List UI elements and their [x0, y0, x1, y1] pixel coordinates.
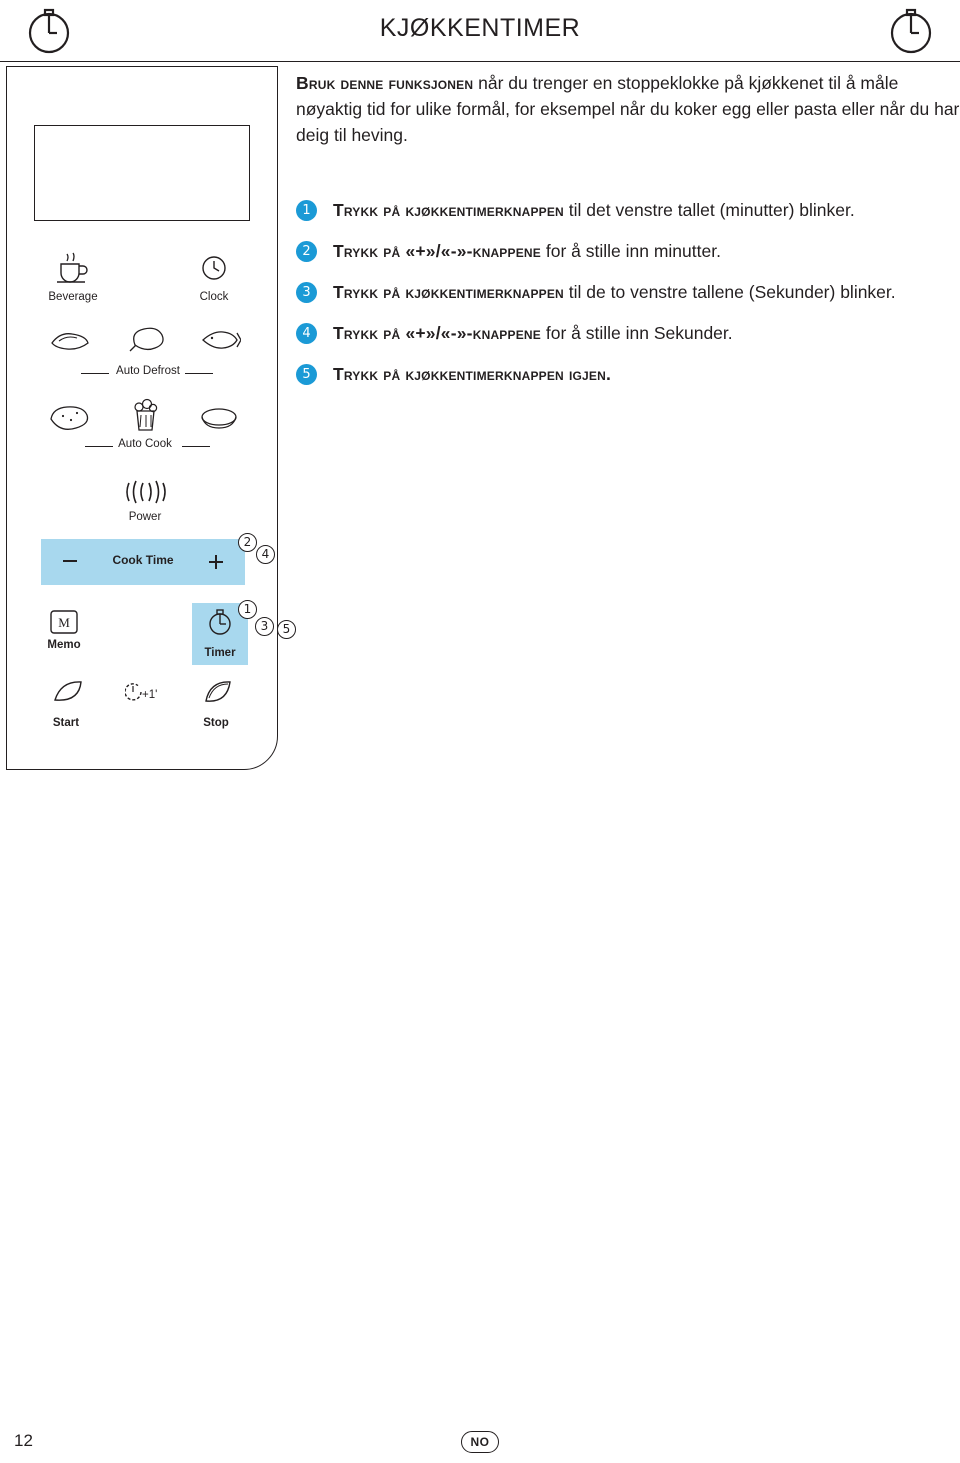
auto-cook-label: Auto Cook: [118, 438, 172, 450]
step-rest: til det venstre tallet (minutter) blinke…: [563, 200, 855, 220]
step-lead: Trykk på kjøkkentimerknappen: [333, 200, 564, 220]
auto-defrost-label: Auto Defrost: [116, 365, 180, 377]
start-icon: [51, 679, 85, 710]
page-title: KJØKKENTIMER: [379, 14, 581, 42]
intro-lead: Bruk denne funksjonen: [296, 73, 474, 93]
callout-3: 3: [255, 617, 274, 636]
cook-time-button[interactable]: Cook Time: [41, 539, 245, 585]
start-label: Start: [52, 717, 80, 729]
step-rest: for å stille inn minutter.: [541, 241, 721, 261]
step-text: Trykk på «+»/«-»-knappene for å stille i…: [333, 321, 733, 346]
list-item: 4 Trykk på «+»/«-»-knappene for å stille…: [296, 321, 960, 346]
step-rest: for å stille inn Sekunder.: [541, 323, 733, 343]
plus-icon-vertical: [215, 555, 217, 569]
fish-icon: [199, 329, 242, 356]
step-text: Trykk på «+»/«-»-knappene for å stille i…: [333, 239, 721, 264]
steps-list: 1 Trykk på kjøkkentimerknappen til det v…: [296, 198, 960, 403]
control-panel-diagram: Beverage Clock Auto Defrost Auto Cook Po…: [6, 66, 278, 770]
stopwatch-icon: [886, 6, 936, 61]
step-text: Trykk på kjøkkentimerknappen til det ven…: [333, 198, 855, 223]
meat-icon: [49, 329, 91, 356]
display-screen: [34, 125, 250, 221]
language-indicator: NO: [0, 1431, 960, 1453]
bowl-icon: [199, 407, 239, 436]
step-number: 2: [296, 241, 317, 262]
step-rest: til de to venstre tallene (Sekunder) bli…: [563, 282, 896, 302]
poultry-icon: [125, 325, 167, 358]
stop-icon: [201, 679, 235, 710]
step-number: 3: [296, 282, 317, 303]
step-number: 4: [296, 323, 317, 344]
list-item: 1 Trykk på kjøkkentimerknappen til det v…: [296, 198, 960, 223]
svg-text:M: M: [58, 615, 70, 630]
popcorn-icon: [127, 397, 163, 438]
page-header: KJØKKENTIMER: [0, 0, 960, 62]
step-number: 1: [296, 200, 317, 221]
plus-one-label: +1': [142, 689, 158, 701]
timer-label: Timer: [204, 647, 236, 659]
step-lead: Trykk på kjøkkentimerknappen: [333, 282, 564, 302]
memo-label: Memo: [47, 639, 81, 651]
callout-2: 2: [238, 533, 257, 552]
power-waves-icon: [119, 479, 171, 510]
step-lead: Trykk på «+»/«-»-knappene: [333, 323, 541, 343]
stop-label: Stop: [203, 717, 229, 729]
callout-1: 1: [238, 600, 257, 619]
step-text: Trykk på kjøkkentimerknappen igjen.: [333, 362, 611, 387]
intro-paragraph: Bruk denne funksjonen når du trenger en …: [296, 70, 960, 148]
beverage-icon: [53, 251, 91, 288]
step-lead: Trykk på «+»/«-»-knappene: [333, 241, 541, 261]
step-number: 5: [296, 364, 317, 385]
power-label: Power: [128, 511, 162, 523]
stopwatch-icon: [206, 607, 234, 642]
memo-icon: M: [47, 607, 81, 642]
list-item: 5 Trykk på kjøkkentimerknappen igjen.: [296, 362, 960, 387]
language-code: NO: [461, 1431, 499, 1453]
clock-label: Clock: [199, 291, 229, 303]
step-text: Trykk på kjøkkentimerknappen til de to v…: [333, 280, 896, 305]
callout-5: 5: [277, 620, 296, 639]
list-item: 3 Trykk på kjøkkentimerknappen til de to…: [296, 280, 960, 305]
clock-icon: [199, 253, 229, 288]
step-lead: Trykk på kjøkkentimerknappen igjen.: [333, 364, 612, 384]
potato-icon: [47, 405, 91, 436]
list-item: 2 Trykk på «+»/«-»-knappene for å stille…: [296, 239, 960, 264]
callout-4: 4: [256, 545, 275, 564]
beverage-label: Beverage: [48, 291, 98, 303]
